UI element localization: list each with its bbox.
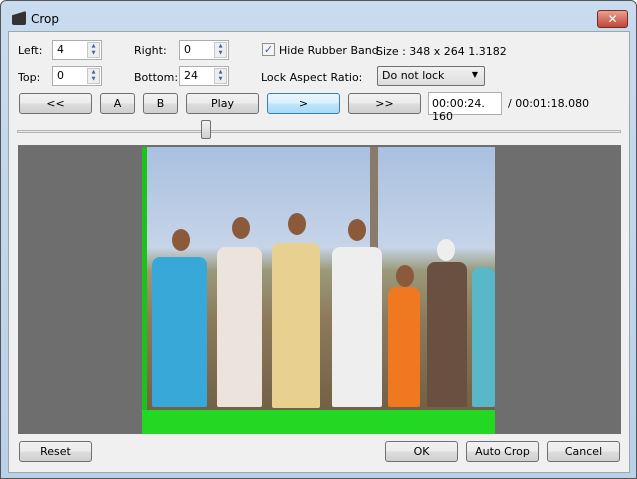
left-spinbox[interactable]: 4 ▲ ▼ xyxy=(52,40,102,60)
spin-arrows-icon[interactable]: ▲ ▼ xyxy=(214,68,227,84)
top-spinbox[interactable]: 0 ▲ ▼ xyxy=(52,66,102,86)
cancel-button[interactable]: Cancel xyxy=(547,441,620,462)
spin-arrows-icon[interactable]: ▲ ▼ xyxy=(87,68,100,84)
b-marker-button[interactable]: B xyxy=(143,93,178,114)
right-label: Right: xyxy=(134,44,167,57)
forward-button[interactable]: >> xyxy=(348,93,421,114)
bottom-spinbox[interactable]: 24 ▲ ▼ xyxy=(179,66,229,86)
dropdown-arrow-icon: ▼ xyxy=(471,70,478,79)
auto-crop-button[interactable]: Auto Crop xyxy=(466,441,539,462)
a-marker-button[interactable]: A xyxy=(100,93,135,114)
spin-arrows-icon[interactable]: ▲ ▼ xyxy=(87,42,100,58)
left-label: Left: xyxy=(18,44,43,57)
close-button[interactable]: ✕ xyxy=(597,10,628,28)
crop-left-mask xyxy=(142,147,147,434)
lock-aspect-select[interactable]: Do not lock ▼ xyxy=(377,66,485,86)
hide-rubber-band-label[interactable]: Hide Rubber Band xyxy=(279,44,379,57)
clapperboard-icon xyxy=(12,11,26,25)
lock-aspect-value: Do not lock xyxy=(382,69,445,82)
crop-dialog: Crop ✕ Left: 4 ▲ ▼ Right: 0 ▲ ▼ Top: 0 ▲ ▼ Bot… xyxy=(0,0,637,479)
video-preview[interactable] xyxy=(18,145,621,434)
rewind-button[interactable]: << xyxy=(19,93,92,114)
next-frame-button[interactable]: > xyxy=(267,93,340,114)
right-spinbox[interactable]: 0 ▲ ▼ xyxy=(179,40,229,60)
lock-aspect-label: Lock Aspect Ratio: xyxy=(261,71,363,84)
top-label: Top: xyxy=(18,71,41,84)
top-value: 0 xyxy=(57,69,64,82)
size-readout: Size : 348 x 264 1.3182 xyxy=(376,45,507,58)
bottom-label: Bottom: xyxy=(134,71,179,84)
reset-button[interactable]: Reset xyxy=(19,441,92,462)
bottom-value: 24 xyxy=(184,69,198,82)
play-button[interactable]: Play xyxy=(186,93,259,114)
total-time: / 00:01:18.080 xyxy=(508,97,590,110)
window-title: Crop xyxy=(31,12,60,26)
current-time-field[interactable]: 00:00:24. 160 xyxy=(428,92,502,123)
right-value: 0 xyxy=(184,43,191,56)
seek-slider-thumb[interactable] xyxy=(201,120,211,139)
video-frame xyxy=(142,147,495,434)
spin-arrows-icon[interactable]: ▲ ▼ xyxy=(214,42,227,58)
left-value: 4 xyxy=(57,43,64,56)
ok-button[interactable]: OK xyxy=(385,441,458,462)
crop-bottom-mask xyxy=(142,410,495,434)
hide-rubber-band-checkbox[interactable]: ✓ xyxy=(262,43,275,56)
seek-slider-track[interactable] xyxy=(17,130,621,133)
